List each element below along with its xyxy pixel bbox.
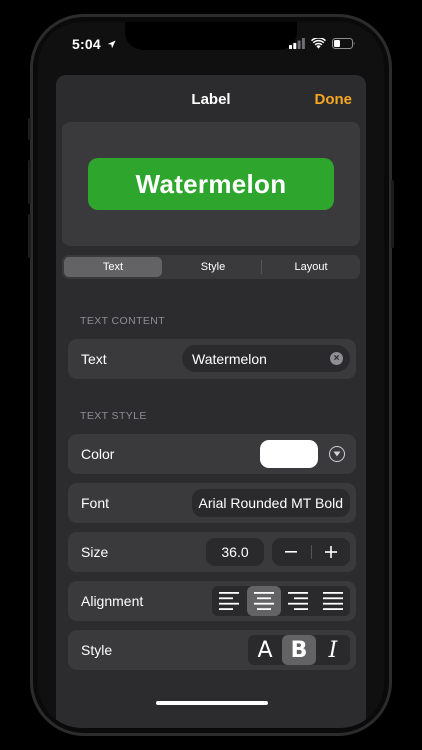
align-right-icon — [288, 592, 309, 610]
align-left-icon — [219, 592, 240, 610]
text-row: Text × — [68, 339, 356, 379]
battery-icon — [332, 38, 355, 49]
minus-icon — [285, 551, 298, 553]
alignment-row: Alignment — [68, 581, 356, 621]
phone-volume-down — [28, 214, 31, 258]
align-center-icon — [253, 592, 274, 610]
align-justify-button[interactable] — [316, 586, 351, 616]
align-right-button[interactable] — [281, 586, 316, 616]
phone-volume-up — [28, 160, 31, 204]
font-row: Font Arial Rounded MT Bold — [68, 483, 356, 523]
size-value-field[interactable]: 36.0 — [206, 538, 264, 566]
tab-layout[interactable]: Layout — [262, 255, 360, 279]
style-regular-button[interactable]: A — [248, 635, 282, 665]
phone-silent-switch — [28, 118, 31, 140]
size-increment-button[interactable] — [312, 538, 351, 566]
section-header-text-style: TEXT STYLE — [80, 410, 147, 422]
color-row[interactable]: Color — [68, 434, 356, 474]
font-picker-button[interactable]: Arial Rounded MT Bold — [191, 489, 350, 517]
section-header-text-content: TEXT CONTENT — [80, 315, 166, 327]
align-center-button[interactable] — [246, 586, 281, 616]
text-style-control: A B I — [248, 635, 350, 665]
align-justify-icon — [322, 592, 343, 610]
size-decrement-button[interactable] — [272, 538, 311, 566]
style-bold-button[interactable]: B — [282, 635, 316, 665]
font-row-label: Font — [81, 495, 110, 511]
done-button[interactable]: Done — [315, 91, 353, 108]
label-preview-area: Watermelon — [62, 122, 360, 246]
text-row-label: Text — [81, 351, 107, 367]
phone-power-button — [391, 180, 394, 248]
size-row-label: Size — [81, 544, 109, 560]
status-icons — [289, 38, 356, 49]
clear-text-icon[interactable]: × — [330, 352, 343, 365]
label-preview: Watermelon — [88, 158, 334, 210]
location-arrow-icon — [107, 40, 116, 49]
tab-style[interactable]: Style — [164, 255, 262, 279]
plus-icon — [324, 546, 337, 558]
color-row-label: Color — [81, 446, 115, 462]
label-editor-sheet: Label Done Watermelon Text Style Layout … — [56, 75, 366, 728]
notch — [125, 22, 297, 50]
tab-style-label: Style — [200, 261, 226, 273]
style-row-label: Style — [81, 642, 113, 658]
wifi-icon — [311, 38, 326, 49]
cellular-signal-icon — [289, 38, 305, 49]
status-time-text: 5:04 — [72, 36, 101, 52]
status-time: 5:04 — [72, 36, 116, 52]
size-row: Size 36.0 — [68, 532, 356, 572]
style-row: Style A B I — [68, 630, 356, 670]
tab-text[interactable]: Text — [64, 257, 162, 277]
tab-segmented-control: Text Style Layout — [62, 255, 360, 279]
size-stepper — [272, 538, 350, 566]
text-field: × — [182, 345, 350, 372]
home-indicator — [156, 701, 268, 705]
alignment-control — [212, 586, 350, 616]
screen: 5:04 Label Done Watermelon Text Style La… — [38, 22, 384, 728]
alignment-row-label: Alignment — [81, 593, 144, 609]
align-left-button[interactable] — [212, 586, 247, 616]
style-italic-button[interactable]: I — [316, 635, 350, 665]
chevron-down-circle-icon[interactable] — [329, 446, 345, 462]
text-input[interactable] — [192, 345, 322, 372]
color-swatch[interactable] — [260, 440, 318, 468]
